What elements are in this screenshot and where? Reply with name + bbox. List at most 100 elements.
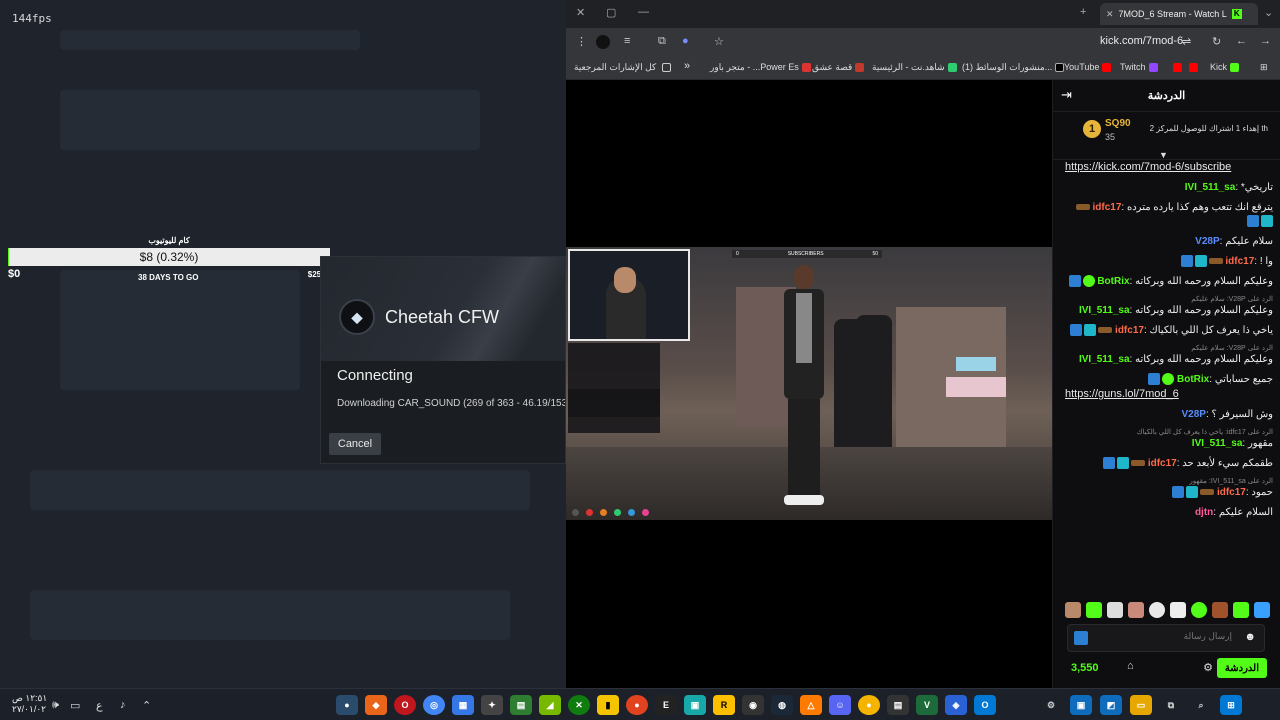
username[interactable]: IVI_511_sa	[1079, 305, 1130, 316]
username[interactable]: djtn	[1195, 507, 1213, 518]
back-icon[interactable]: ←	[1236, 35, 1247, 47]
extension-icon[interactable]: ●	[682, 35, 689, 47]
username[interactable]: IVI_511_sa	[1185, 182, 1236, 193]
username[interactable]: idfc17	[1115, 325, 1144, 336]
bookmark-shahid[interactable]: شاهد.نت - الرئيسية	[872, 62, 957, 73]
apps-grid-icon[interactable]: ⊞	[1260, 62, 1268, 73]
search-icon[interactable]: ⌕	[1190, 695, 1212, 715]
emote-icon[interactable]	[1107, 602, 1123, 618]
steam-icon[interactable]: ◍	[771, 695, 793, 715]
bookmark-youtube[interactable]: YouTube	[1064, 62, 1112, 73]
settings-icon[interactable]: ⚙	[1040, 695, 1062, 715]
app-icon[interactable]: ◈	[945, 695, 967, 715]
reload-icon[interactable]: ↻	[1212, 35, 1221, 48]
app-icon[interactable]: V	[916, 695, 938, 715]
emote-icon[interactable]	[1233, 602, 1249, 618]
app-icon[interactable]: ●	[858, 695, 880, 715]
app-icon[interactable]: ▣	[684, 695, 706, 715]
app-icon[interactable]: ▮	[597, 695, 619, 715]
opera-icon[interactable]: O	[394, 695, 416, 715]
more-bookmarks-chevron-icon[interactable]: »	[684, 60, 690, 72]
guns-lol-link[interactable]: https://guns.lol/7mod_6	[1065, 388, 1179, 400]
maximize-icon[interactable]: ▢	[606, 6, 616, 19]
cancel-button[interactable]: Cancel	[329, 433, 381, 455]
task-view-icon[interactable]: ⧉	[1160, 695, 1182, 715]
app-icon[interactable]: ◆	[365, 695, 387, 715]
rockstar-icon[interactable]: R	[713, 695, 735, 715]
kick-emote-icon[interactable]	[1074, 631, 1088, 645]
file-manager-icon[interactable]: ▦	[452, 695, 474, 715]
username[interactable]: BotRix	[1097, 276, 1129, 287]
epic-games-icon[interactable]: E	[655, 695, 677, 715]
close-tab-icon[interactable]: ✕	[1106, 9, 1114, 20]
site-settings-icon[interactable]: ⇌	[1182, 35, 1191, 48]
bookmark-twitch[interactable]: Twitch	[1120, 62, 1158, 73]
reply-context[interactable]: الرد على IVI_511_sa: مقهور	[1065, 477, 1273, 485]
input-language[interactable]: ع	[96, 699, 103, 712]
close-window-icon[interactable]: ✕	[576, 6, 585, 19]
chat-settings-gear-icon[interactable]: ⚙	[1203, 661, 1213, 674]
chat-send-button[interactable]: الدردشة	[1216, 658, 1267, 678]
emote-icon[interactable]	[1065, 602, 1081, 618]
username[interactable]: idfc17	[1225, 256, 1254, 267]
app-icon[interactable]: ●	[626, 695, 648, 715]
reply-context[interactable]: الرد على V28P: سلام عليكم	[1065, 295, 1273, 303]
address-bar[interactable]: kick.com/7mod-6	[1100, 35, 1183, 47]
emote-icon[interactable]	[1149, 602, 1165, 618]
app-icon[interactable]: ▤	[510, 695, 532, 715]
chat-message-input[interactable]	[1092, 631, 1232, 641]
emote-icon[interactable]	[1128, 602, 1144, 618]
emote-icon[interactable]	[1191, 602, 1207, 618]
start-menu-icon[interactable]: ⊞	[1220, 695, 1242, 715]
app-icon[interactable]: ◉	[742, 695, 764, 715]
app-icon[interactable]: ✦	[481, 695, 503, 715]
microphone-icon[interactable]: ♪	[120, 699, 126, 711]
taskbar-clock[interactable]: ١٢:٥١ ص ٢٧/٠١/٠٢	[12, 693, 47, 715]
bookmark-youtube-3[interactable]	[1186, 62, 1198, 73]
emote-icon[interactable]	[1254, 602, 1270, 618]
minimize-icon[interactable]: —	[638, 6, 649, 18]
stream-player[interactable]: 0 SUBSCRIBERS 50	[566, 247, 1052, 520]
all-bookmarks-link[interactable]: كل الإشارات المرجعية	[574, 62, 671, 73]
tray-overflow-chevron-icon[interactable]: ⌃	[142, 699, 151, 712]
forward-icon[interactable]: →	[1260, 35, 1271, 47]
emote-icon[interactable]	[1170, 602, 1186, 618]
extensions-icon[interactable]: ⧉	[658, 35, 666, 48]
username[interactable]: V28P	[1181, 409, 1205, 420]
username[interactable]: BotRix	[1177, 374, 1209, 385]
bookmark-star-icon[interactable]: ☆	[714, 35, 724, 48]
username[interactable]: IVI_511_sa	[1192, 438, 1243, 449]
subscribe-link[interactable]: https://kick.com/7mod-6/subscribe	[1065, 161, 1231, 173]
chrome-profile-icon[interactable]: ●	[336, 695, 358, 715]
nvidia-icon[interactable]: ◢	[539, 695, 561, 715]
discord-icon[interactable]: ☺	[829, 695, 851, 715]
expand-pinned-icon[interactable]: ▼	[1159, 150, 1168, 160]
menu-icon[interactable]: ⋮	[576, 35, 587, 48]
volume-icon[interactable]: 🕪	[52, 699, 59, 712]
username[interactable]: idfc17	[1217, 487, 1246, 498]
bookmark-x[interactable]: (1) منشورات الوسائط...	[962, 62, 1065, 73]
bookmark-power[interactable]: متجر باور - ...Power Es	[710, 62, 811, 73]
profile-avatar[interactable]	[596, 35, 610, 49]
reply-context[interactable]: الرد على idfc17: ياخي ذا يعرف كل اللي با…	[1065, 428, 1273, 436]
emoji-picker-icon[interactable]: ☻	[1244, 631, 1256, 643]
pinned-gift-banner[interactable]: 1 SQ90 35 إهداء 1 اشتراك للوصول للمركز 2…	[1053, 112, 1280, 160]
folder-icon[interactable]: ▭	[1130, 695, 1152, 715]
username[interactable]: idfc17	[1093, 202, 1122, 213]
reading-list-icon[interactable]: ≡	[624, 35, 630, 47]
emote-icon[interactable]	[1212, 602, 1228, 618]
app-icon[interactable]: ▣	[1070, 695, 1092, 715]
bookmark-youtube-2[interactable]	[1170, 62, 1182, 73]
app-icon[interactable]: △	[800, 695, 822, 715]
username[interactable]: IVI_511_sa	[1079, 354, 1130, 365]
reply-context[interactable]: الرد على V28P: سلام عليكم	[1065, 344, 1273, 352]
emote-icon[interactable]	[1086, 602, 1102, 618]
outlook-icon[interactable]: O	[974, 695, 996, 715]
username[interactable]: V28P	[1195, 236, 1219, 247]
app-icon[interactable]: ▤	[887, 695, 909, 715]
bookmark-story[interactable]: قصة عشق	[812, 62, 865, 73]
chrome-icon[interactable]: ◎	[423, 695, 445, 715]
network-icon[interactable]: ▭	[70, 699, 80, 712]
app-icon[interactable]: ◩	[1100, 695, 1122, 715]
gift-icon[interactable]: ⌂	[1127, 660, 1134, 672]
